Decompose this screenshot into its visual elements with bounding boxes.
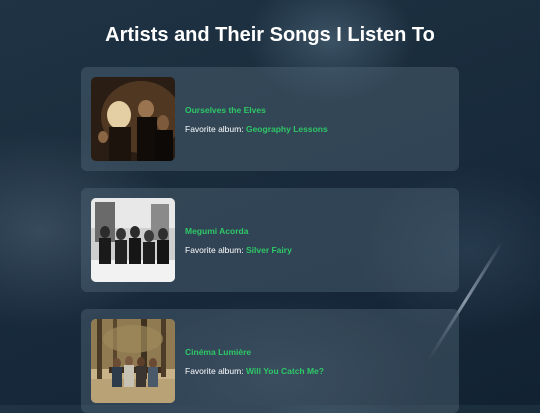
artist-card: Cinéma Lumière Favorite album: Will You …	[81, 309, 459, 413]
page-title: Artists and Their Songs I Listen To	[105, 24, 435, 46]
album-name: Silver Fairy	[245, 245, 292, 255]
favorite-album-line: Favorite album: Will You Catch Me?	[185, 366, 324, 376]
favorite-label: Favorite album:	[185, 366, 244, 376]
album-name: Geography Lessons	[245, 124, 328, 134]
artist-name: Ourselves the Elves	[185, 105, 266, 115]
artist-name: Megumi Acorda	[185, 226, 249, 236]
favorite-label: Favorite album:	[185, 124, 244, 134]
favorite-album-line: Favorite album: Geography Lessons	[185, 124, 328, 134]
album-name: Will You Catch Me?	[245, 366, 324, 376]
artist-card: Ourselves the Elves Favorite album: Geog…	[81, 67, 459, 171]
artist-card: Megumi Acorda Favorite album: Silver Fai…	[81, 188, 459, 292]
artist-photo	[91, 77, 175, 161]
favorite-label: Favorite album:	[185, 245, 244, 255]
artist-name: Cinéma Lumière	[185, 347, 252, 357]
artist-photo	[91, 198, 175, 282]
artist-photo	[91, 319, 175, 403]
favorite-album-line: Favorite album: Silver Fairy	[185, 245, 292, 255]
